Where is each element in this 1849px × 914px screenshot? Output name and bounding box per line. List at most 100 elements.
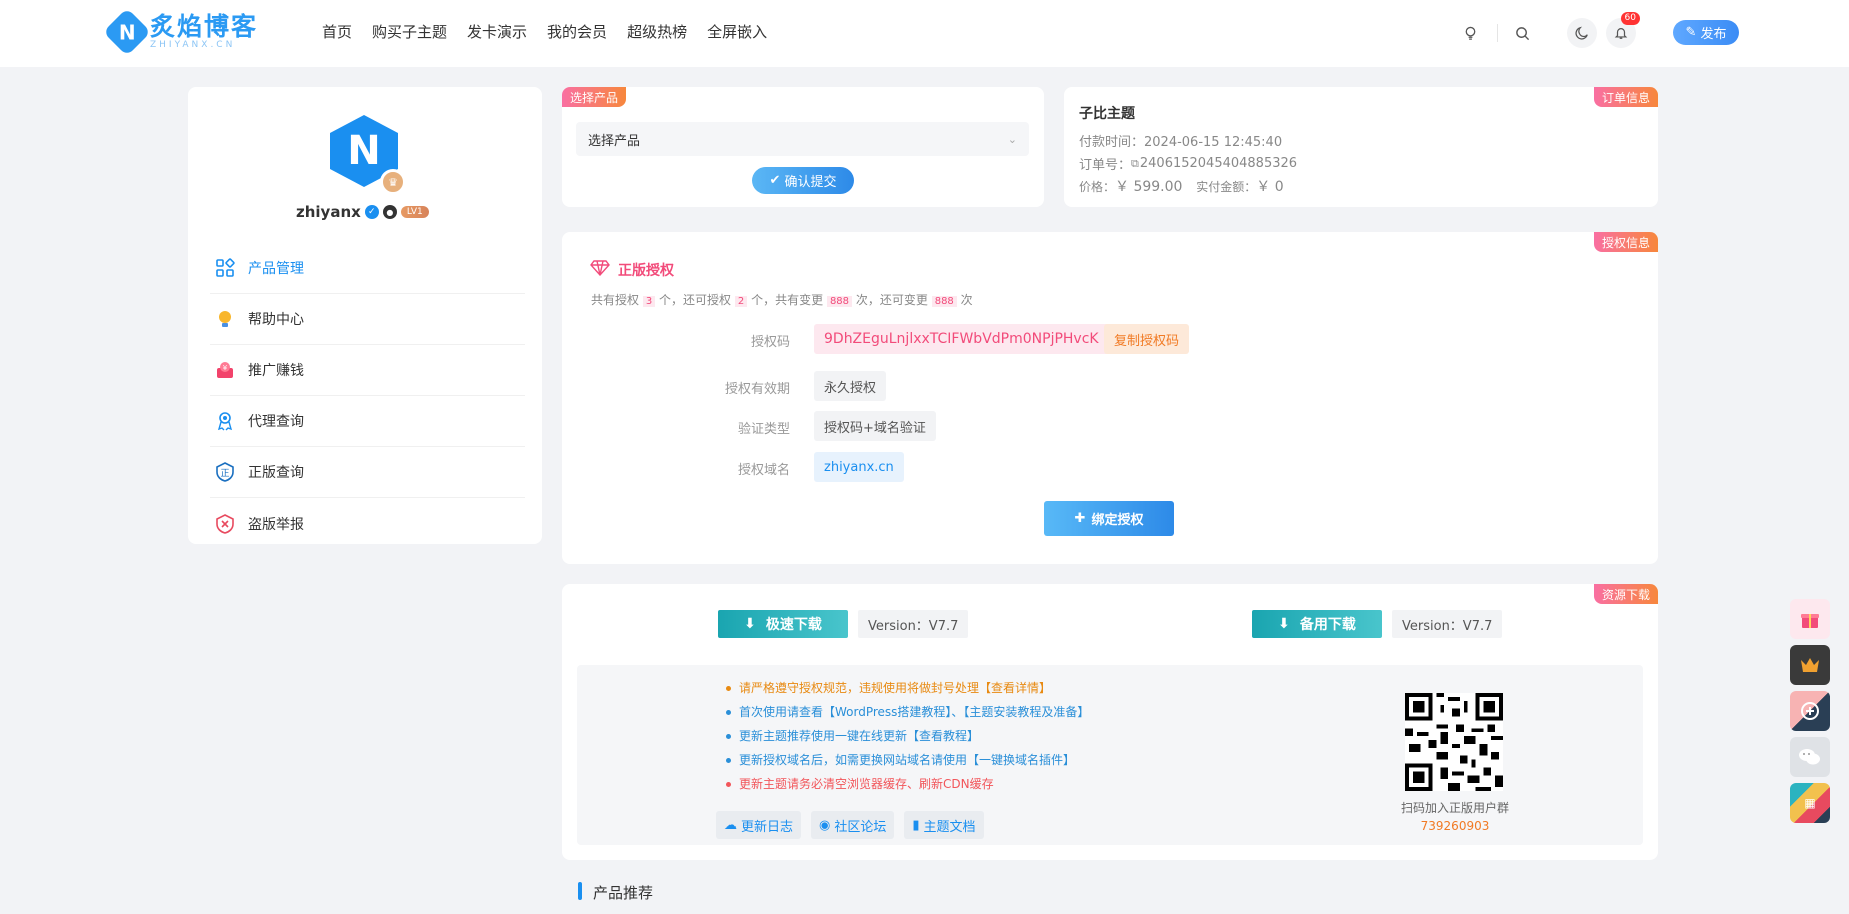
qq-group-number[interactable]: 739260903 [1385,819,1525,833]
section-marker [578,882,582,900]
bind-license-button[interactable]: ✚ 绑定授权 [1044,501,1174,536]
qr-code-image [1405,693,1503,791]
sidebar-item-label: 盗版举报 [248,516,304,533]
version-label-fast: Version：V7.7 [858,610,969,638]
license-summary: 共有授权 3 个，还可授权 2 个，共有变更 888 次，还可变更 888 次 [591,293,973,307]
resource-download-tag: 资源下载 [1593,584,1658,604]
sidebar-item-label: 产品管理 [248,261,304,277]
wechat-icon[interactable] [1790,737,1830,777]
sidebar-item-label: 代理查询 [248,414,304,430]
notice-item[interactable]: 请严格遵守授权规范，违规使用将做封号处理【查看详情】 [726,676,1089,700]
lightbulb-icon[interactable] [1455,18,1485,48]
select-product-tag: 选择产品 [562,87,627,107]
sidebar-item-label: 帮助中心 [248,312,304,328]
site-logo[interactable]: N 炙焰博客 ZHIYANX.CN [102,7,259,57]
order-info-tag: 订单信息 [1593,87,1658,107]
license-domain-value[interactable]: zhiyanx.cn [814,452,904,482]
sidebar-item-label: 正版查询 [248,465,304,481]
report-icon [214,513,236,535]
order-price: 价格：￥ 599.00 实付金额：￥ 0 [1079,179,1284,195]
main-nav: 首页 购买子主题 发卡演示 我的会员 超级热榜 全屏嵌入 [322,21,767,42]
qr-caption: 扫码加入正版用户群 [1400,801,1509,815]
bookmark-icon: ▮ [912,817,920,833]
nav-fullscreen-embed[interactable]: 全屏嵌入 [707,21,767,42]
publish-button[interactable]: ✎ 发布 [1673,20,1739,45]
copy-license-code-button[interactable]: 复制授权码 [1104,324,1190,354]
qr-mini-icon: ▦ [1804,796,1816,810]
check-icon: ✔ [769,173,781,188]
logo-mark-icon: N [102,7,152,57]
notification-count-badge: 60 [1620,12,1640,25]
license-info-tag: 授权信息 [1593,232,1658,252]
copy-icon[interactable]: ⧉ [1131,157,1139,171]
theme-docs-button[interactable]: ▮ 主题文档 [904,811,984,839]
header-divider [1497,24,1498,42]
confirm-submit-button[interactable]: ✔ 确认提交 [752,167,854,194]
product-select[interactable]: 选择产品 ⌄ [576,122,1029,156]
chevron-down-icon: ⌄ [1007,132,1017,146]
search-icon[interactable] [1507,18,1537,48]
notice-item[interactable]: 首次使用请查看【WordPress搭建教程】、【主题安装教程及准备】 [726,700,1089,724]
license-validity-label: 授权有效期 [724,382,790,397]
sidebar-item-agent-query[interactable]: 代理查询 [210,396,525,447]
changelog-button[interactable]: ☁ 更新日志 [716,811,802,839]
order-number: 订单号： ⧉ 2406152045404885326 [1079,156,1298,173]
nav-home[interactable]: 首页 [322,21,352,42]
shield-icon: 正 [214,461,236,483]
sidebar-item-genuine-query[interactable]: 正 正版查询 [210,447,525,498]
doc-links: ☁ 更新日志 ◉ 社区论坛 ▮ 主题文档 [716,811,984,839]
download-icon: ⬇ [744,616,756,632]
notification-bell-icon[interactable]: 60 [1606,12,1640,48]
license-code-value: 9DhZEguLnjlxxTCIFWbVdPm0NPjPHvcK [814,324,1109,354]
sidebar-item-promotion[interactable]: ¥ 推广赚钱 [210,345,525,396]
avatar[interactable]: N ♛ [330,115,406,195]
fast-download-button[interactable]: ⬇ 极速下载 [718,610,848,638]
svg-text:正: 正 [220,469,229,479]
pencil-icon: ✎ [1685,25,1697,40]
vip-crown-icon[interactable] [1790,645,1830,685]
theme-switch-icon[interactable]: ▦ [1790,783,1830,823]
license-code-label: 授权码 [750,335,790,350]
user-name-row: zhiyanx ✓ ● LV1 [296,203,429,221]
svg-text:¥: ¥ [223,364,228,372]
nav-hot-list[interactable]: 超级热榜 [627,21,687,42]
cloud-icon: ☁ [724,817,737,833]
order-product-title: 子比主题 [1079,106,1135,122]
add-circle-icon[interactable] [1790,691,1830,731]
download-icon: ⬇ [1278,616,1290,632]
sidebar-item-help-center[interactable]: 帮助中心 [210,294,525,345]
notice-item[interactable]: 更新主题推荐使用一键在线更新【查看教程】 [726,724,1089,748]
forum-button[interactable]: ◉ 社区论坛 [811,811,895,839]
level-badge: LV1 [400,206,429,218]
verify-type-label: 验证类型 [737,422,790,437]
notice-list: 请严格遵守授权规范，违规使用将做封号处理【查看详情】 首次使用请查看【WordP… [726,676,1089,796]
dark-mode-moon-icon[interactable] [1567,18,1597,48]
logo-subtitle: ZHIYANX.CN [150,40,236,50]
sidebar-item-piracy-report[interactable]: 盗版举报 [210,498,525,549]
username[interactable]: zhiyanx [296,203,361,221]
plus-icon: ✚ [1074,511,1086,526]
license-validity-value: 永久授权 [814,371,887,401]
sidebar-item-product-management[interactable]: 产品管理 [210,243,525,294]
license-domain-label: 授权域名 [737,463,790,478]
backup-download-button[interactable]: ⬇ 备用下载 [1252,610,1382,638]
logo-title: 炙焰博客 [150,12,259,41]
notice-item[interactable]: 更新主题请务必清空浏览器缓存、刷新CDN缓存 [726,772,1089,796]
verified-icon: ✓ [364,205,379,219]
sidebar-item-label: 推广赚钱 [248,363,304,379]
verify-type-value: 授权码+域名验证 [814,411,936,441]
compass-icon: ◉ [819,817,831,833]
user-icon: ● [382,205,397,219]
license-title: 正版授权 [590,260,674,280]
version-label-backup: Version：V7.7 [1392,610,1503,638]
nav-buy-child-theme[interactable]: 购买子主题 [372,21,447,42]
notice-item[interactable]: 更新授权域名后，如需更换网站域名请使用【一键换域名插件】 [726,748,1089,772]
crown-icon: ♛ [380,169,406,195]
nav-card-demo[interactable]: 发卡演示 [467,21,527,42]
money-icon: ¥ [214,359,236,381]
grid-icon [214,257,236,279]
nav-my-membership[interactable]: 我的会员 [547,21,607,42]
gift-icon[interactable] [1790,599,1830,639]
agent-icon [214,410,236,432]
diamond-icon [590,260,610,280]
